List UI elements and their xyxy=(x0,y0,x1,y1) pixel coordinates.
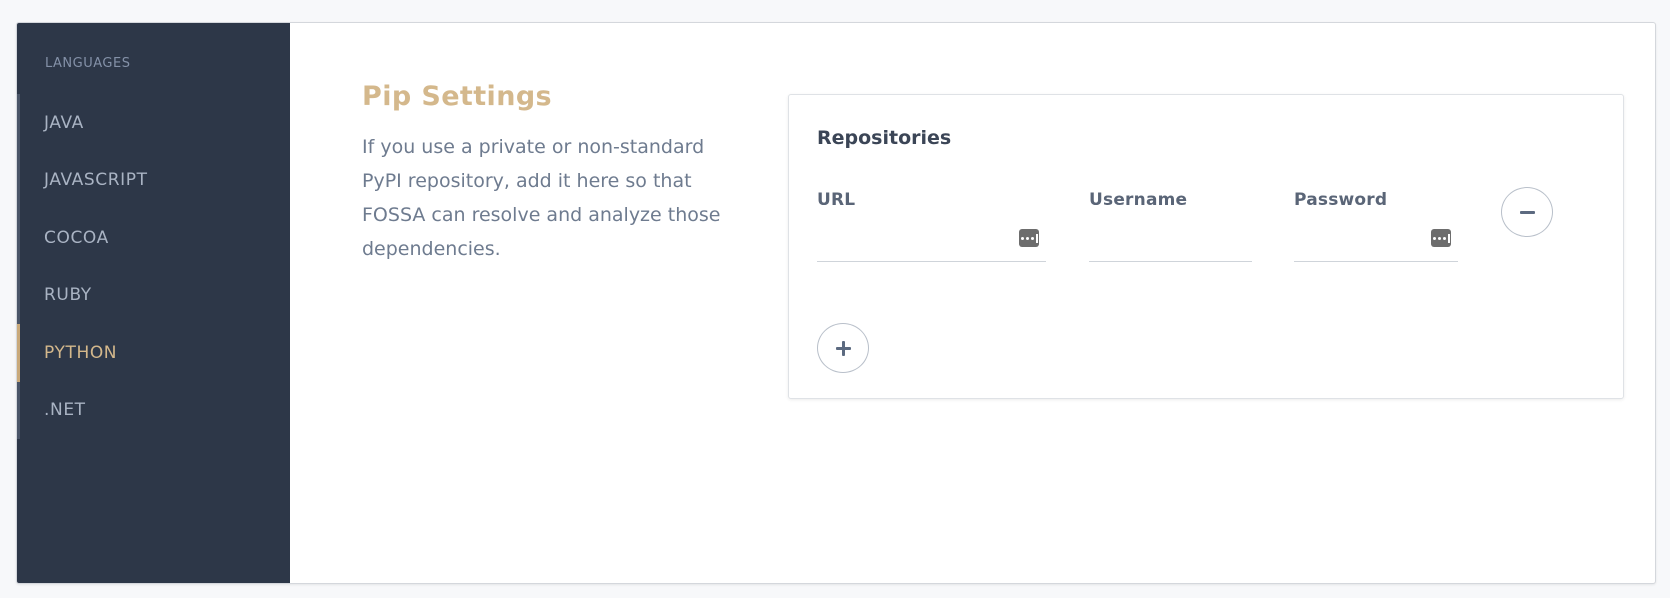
sidebar-heading: LANGUAGES xyxy=(45,56,131,71)
username-input[interactable] xyxy=(1089,210,1252,262)
repositories-title: Repositories xyxy=(817,127,952,149)
sidebar-item-dotnet[interactable]: .NET xyxy=(17,381,290,439)
sidebar-item-ruby[interactable]: RUBY xyxy=(17,266,290,324)
minus-icon xyxy=(1519,210,1535,214)
intro-section: Pip Settings If you use a private or non… xyxy=(362,81,742,266)
password-field: Password xyxy=(1294,190,1458,262)
sidebar-item-java[interactable]: JAVA xyxy=(17,94,290,152)
password-manager-icon[interactable] xyxy=(1431,229,1451,247)
sidebar-item-javascript[interactable]: JAVASCRIPT xyxy=(17,151,290,209)
sidebar-item-python[interactable]: PYTHON xyxy=(17,324,290,382)
settings-panel: LANGUAGES JAVA JAVASCRIPT COCOA RUBY PYT… xyxy=(16,22,1656,584)
remove-repository-button[interactable] xyxy=(1501,187,1553,237)
language-nav: JAVA JAVASCRIPT COCOA RUBY PYTHON .NET xyxy=(17,94,290,439)
add-repository-button[interactable] xyxy=(817,323,869,373)
repositories-card: Repositories URL Username Password xyxy=(788,94,1624,399)
password-label: Password xyxy=(1294,190,1388,210)
page-title: Pip Settings xyxy=(362,81,553,112)
url-field: URL xyxy=(817,190,1046,262)
sidebar-item-cocoa[interactable]: COCOA xyxy=(17,209,290,267)
plus-icon xyxy=(835,340,851,356)
username-field: Username xyxy=(1089,190,1252,262)
username-label: Username xyxy=(1089,190,1188,210)
page-description: If you use a private or non-standard PyP… xyxy=(362,136,721,260)
password-manager-icon[interactable] xyxy=(1019,229,1039,247)
url-input[interactable] xyxy=(817,210,1046,262)
sidebar: LANGUAGES JAVA JAVASCRIPT COCOA RUBY PYT… xyxy=(17,23,290,583)
url-label: URL xyxy=(817,190,856,210)
